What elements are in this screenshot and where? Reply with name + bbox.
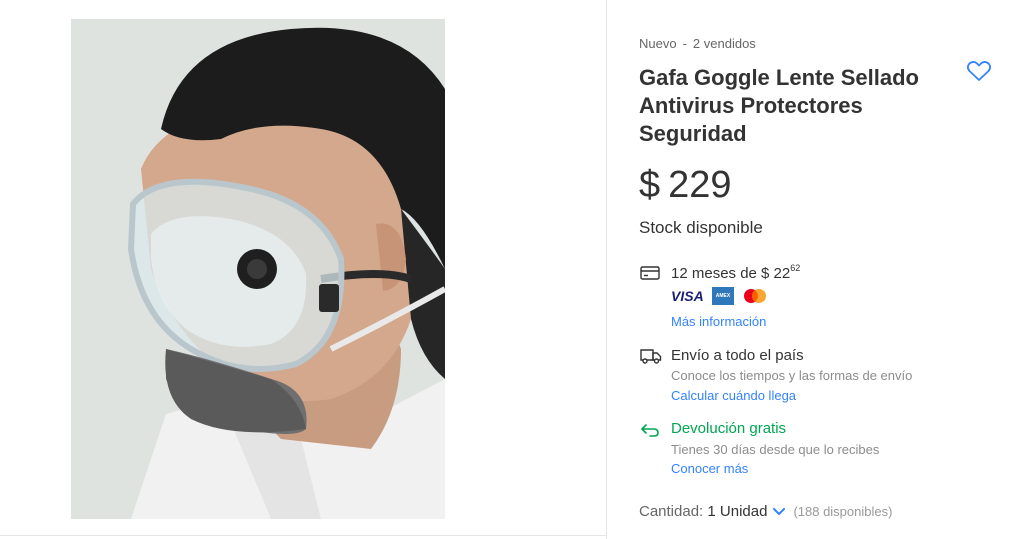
product-page: Nuevo -2 vendidos Gafa Goggle Lente Sella…: [0, 0, 1025, 539]
quantity-value[interactable]: 1 Unidad: [707, 503, 767, 520]
price-currency: $: [639, 164, 661, 206]
quantity-selector[interactable]: Cantidad: 1 Unidad (188 disponibles): [639, 503, 892, 520]
product-photo[interactable]: [71, 19, 445, 519]
shipping-calc-link[interactable]: Calcular cuándo llega: [671, 388, 796, 403]
shipping-title: Envío a todo el país: [671, 347, 804, 364]
returns-more-link[interactable]: Conocer más: [671, 461, 748, 476]
mastercard-logo: [744, 289, 766, 303]
gallery-bottom-border: [0, 535, 606, 536]
installments-cents: 62: [790, 263, 801, 273]
condition-label: Nuevo: [639, 36, 677, 51]
sold-count: 2 vendidos: [692, 36, 756, 51]
truck-icon: [640, 349, 662, 364]
quantity-available: (188 disponibles): [793, 504, 893, 519]
credit-card-icon: [640, 266, 660, 280]
visa-logo: VISA: [671, 288, 704, 304]
price-amount: 229: [668, 164, 732, 206]
product-title: Gafa Goggle Lente Sellado Antivirus Prot…: [639, 65, 919, 146]
product-info-panel: Nuevo -2 vendidos Gafa Goggle Lente Sella…: [607, 0, 1025, 539]
installments-amount: 12 meses de $ 22: [671, 265, 791, 282]
quantity-label: Cantidad:: [639, 503, 704, 520]
installments-text: 12 meses de $ 2262: [671, 263, 801, 282]
returns-title: Devolución gratis: [671, 420, 787, 437]
price: $229: [639, 164, 732, 207]
product-gallery: [0, 0, 606, 539]
return-arrow-icon: [641, 424, 659, 437]
product-subtitle: Nuevo -2 vendidos: [639, 36, 756, 51]
shipping-detail: Conoce los tiempos y las formas de envío: [671, 368, 913, 383]
returns-detail: Tienes 30 días desde que lo recibes: [671, 442, 880, 457]
chevron-down-icon[interactable]: [773, 508, 786, 516]
product-image: [71, 19, 445, 519]
subtitle-separator: -: [682, 36, 687, 51]
payment-more-info-link[interactable]: Más información: [671, 314, 766, 329]
amex-logo: AMEX: [712, 287, 734, 305]
heart-icon[interactable]: [966, 59, 992, 83]
stock-status: Stock disponible: [639, 218, 763, 237]
